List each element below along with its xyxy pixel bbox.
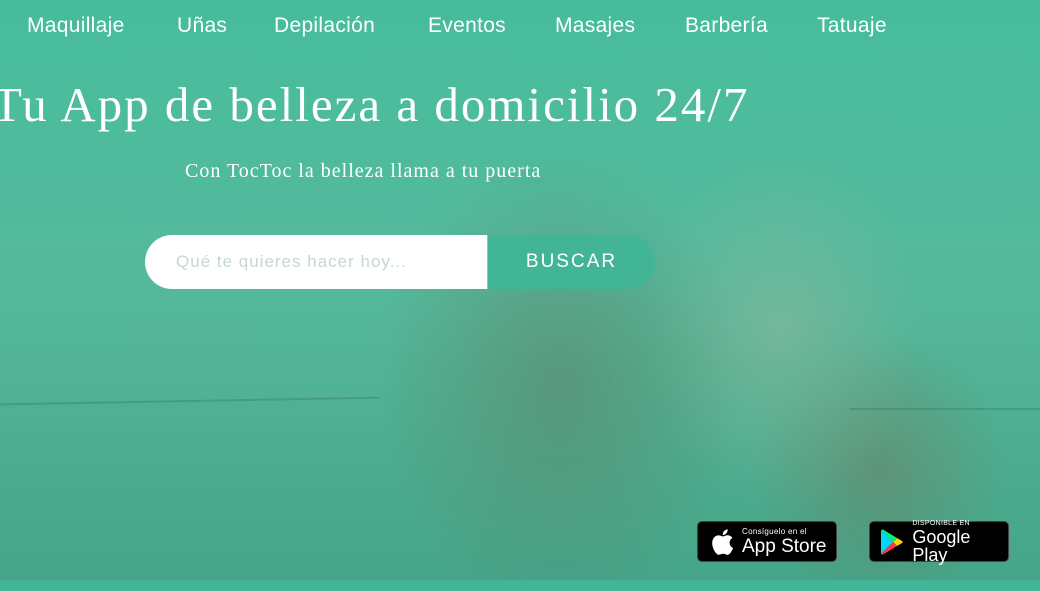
hero-headline: Tu App de belleza a domicilio 24/7: [0, 77, 750, 132]
google-play-icon: [878, 529, 905, 555]
nav-item-eventos[interactable]: Eventos: [428, 14, 506, 38]
nav-item-unas[interactable]: Uñas: [177, 14, 227, 38]
background-wire: [850, 408, 1040, 410]
bottom-accent-bar: [0, 580, 1040, 591]
nav-item-maquillaje[interactable]: Maquillaje: [27, 14, 125, 38]
search-button[interactable]: BUSCAR: [487, 235, 655, 289]
google-play-badge[interactable]: DISPONIBLE EN Google Play: [869, 519, 1009, 565]
search-form: BUSCAR: [145, 235, 655, 289]
app-store-caption: Consíguelo en el: [742, 526, 807, 536]
search-input[interactable]: [145, 235, 487, 289]
apple-icon: [708, 528, 736, 556]
google-play-caption: DISPONIBLE EN: [912, 519, 970, 527]
nav-item-barberia[interactable]: Barbería: [685, 14, 768, 38]
category-nav: Maquillaje Uñas Depilación Eventos Masaj…: [0, 0, 1040, 56]
nav-item-tatuaje[interactable]: Tatuaje: [817, 14, 887, 38]
google-play-label: Google Play: [912, 526, 971, 565]
nav-item-masajes[interactable]: Masajes: [555, 14, 635, 38]
app-store-label: App Store: [742, 535, 827, 557]
hero-subtitle: Con TocToc la belleza llama a tu puerta: [185, 160, 542, 182]
nav-item-depilacion[interactable]: Depilación: [274, 14, 375, 38]
app-store-badge[interactable]: Consíguelo en el App Store: [697, 521, 837, 562]
